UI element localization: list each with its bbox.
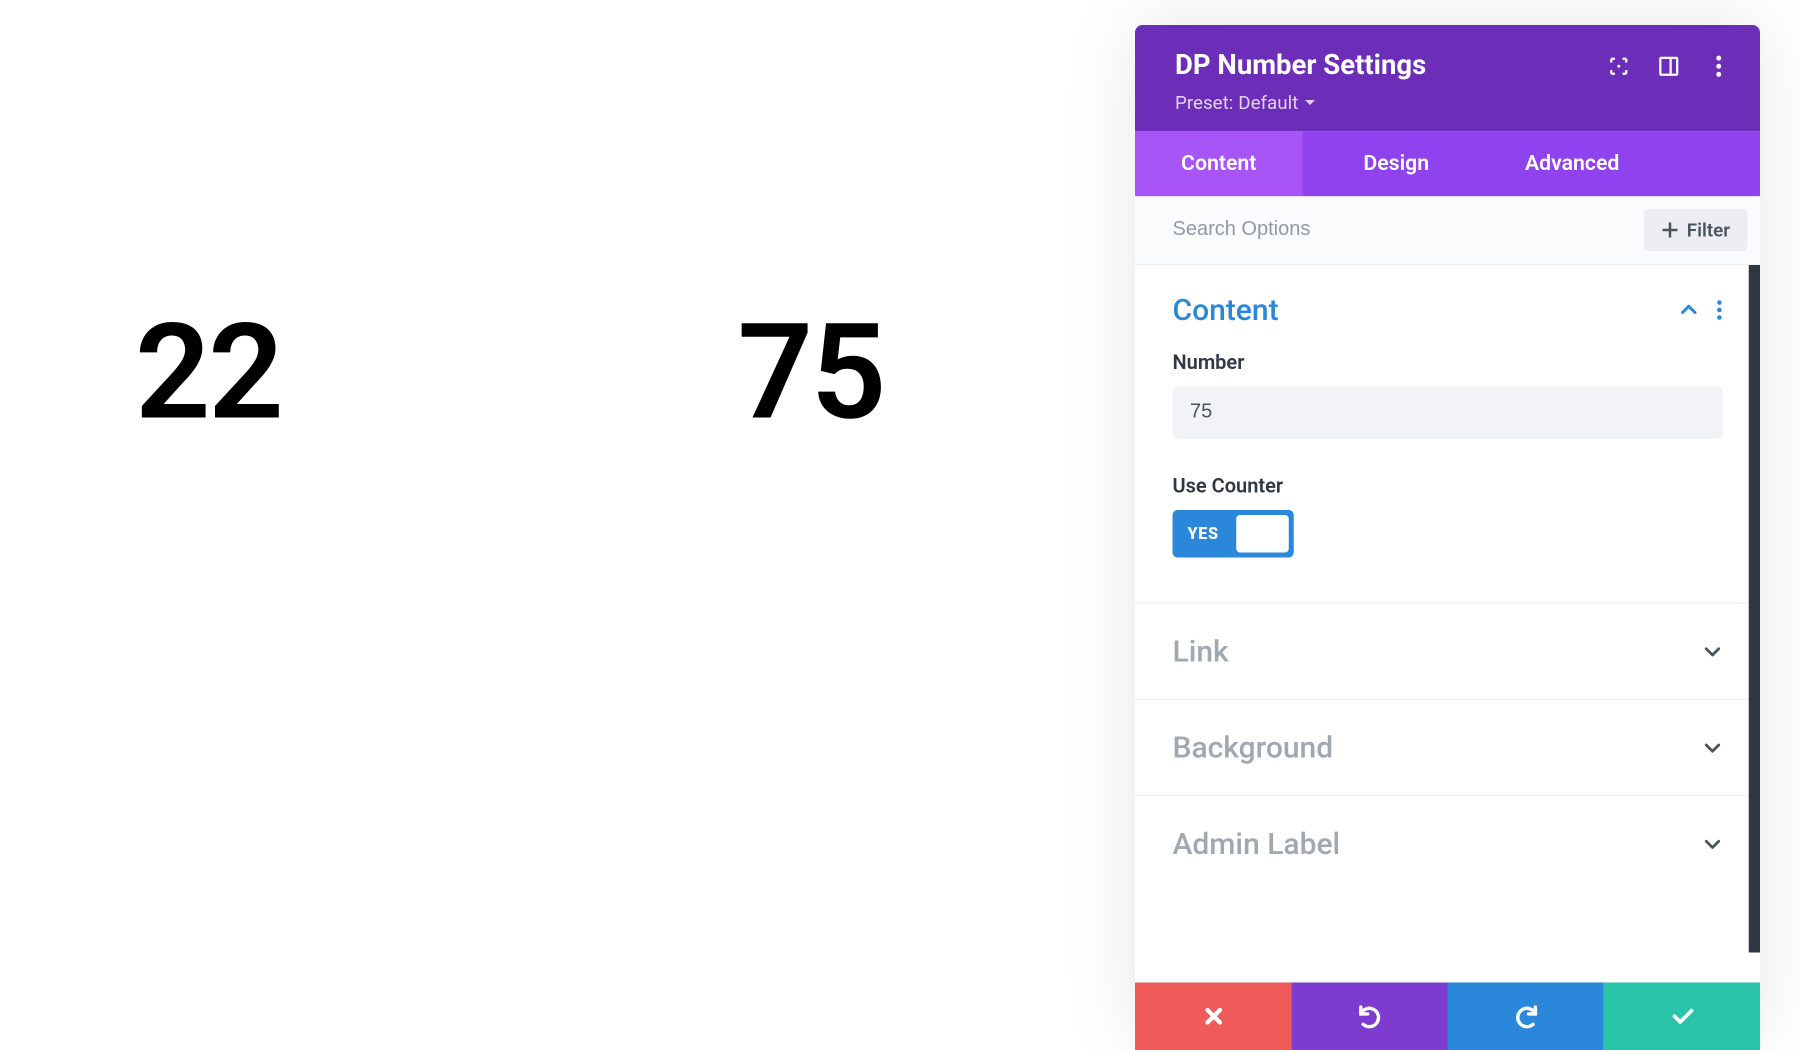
check-icon <box>1668 1003 1696 1031</box>
preview-number-left: 22 <box>135 295 281 450</box>
section-background[interactable]: Background <box>1135 700 1760 796</box>
preset-dropdown[interactable]: Preset: Default <box>1175 91 1316 114</box>
tab-content[interactable]: Content <box>1135 131 1303 196</box>
redo-icon <box>1512 1003 1540 1031</box>
save-button[interactable] <box>1604 983 1760 1050</box>
close-icon <box>1201 1004 1226 1029</box>
settings-panel: DP Number Settings <box>1135 25 1760 1038</box>
chevron-down-icon <box>1703 834 1723 854</box>
section-admin-label-title: Admin Label <box>1173 826 1341 861</box>
snap-icon[interactable] <box>1658 54 1681 77</box>
use-counter-toggle[interactable]: YES <box>1173 510 1294 558</box>
footer-bar <box>1135 983 1760 1050</box>
panel-body: Content <box>1135 265 1760 1038</box>
toggle-knob <box>1236 515 1289 553</box>
more-icon[interactable] <box>1708 54 1731 77</box>
plus-icon <box>1662 221 1680 239</box>
section-content-title[interactable]: Content <box>1173 293 1279 328</box>
toggle-yes-label: YES <box>1173 524 1232 543</box>
redo-button[interactable] <box>1448 983 1604 1050</box>
expand-icon[interactable] <box>1608 54 1631 77</box>
search-input[interactable] <box>1173 219 1645 242</box>
filter-label: Filter <box>1687 219 1730 242</box>
section-background-title: Background <box>1173 730 1334 765</box>
scrollbar[interactable] <box>1749 265 1760 953</box>
preview-number-right: 75 <box>738 295 884 450</box>
panel-title: DP Number Settings <box>1175 50 1426 81</box>
section-content: Content <box>1135 265 1760 604</box>
chevron-down-icon <box>1703 641 1723 661</box>
section-more-icon[interactable] <box>1716 300 1722 320</box>
number-input[interactable] <box>1173 386 1723 439</box>
use-counter-label: Use Counter <box>1173 474 1723 498</box>
tab-advanced[interactable]: Advanced <box>1490 131 1760 196</box>
undo-icon <box>1356 1003 1384 1031</box>
field-use-counter: Use Counter YES <box>1173 474 1723 558</box>
section-link[interactable]: Link <box>1135 604 1760 700</box>
chevron-down-icon <box>1303 96 1316 109</box>
section-admin-label[interactable]: Admin Label <box>1135 796 1760 891</box>
chevron-up-icon[interactable] <box>1679 300 1699 320</box>
field-number: Number <box>1173 350 1723 439</box>
chevron-down-icon <box>1703 738 1723 758</box>
filter-button[interactable]: Filter <box>1644 209 1747 252</box>
preset-value: Default <box>1238 91 1298 114</box>
number-label: Number <box>1173 350 1723 374</box>
preset-prefix: Preset: <box>1175 91 1233 114</box>
cancel-button[interactable] <box>1135 983 1291 1050</box>
tabs: Content Design Advanced <box>1135 131 1760 196</box>
section-link-title: Link <box>1173 634 1229 669</box>
panel-header: DP Number Settings <box>1135 25 1760 131</box>
tab-design[interactable]: Design <box>1303 131 1491 196</box>
search-row: Filter <box>1135 196 1760 265</box>
undo-button[interactable] <box>1291 983 1447 1050</box>
